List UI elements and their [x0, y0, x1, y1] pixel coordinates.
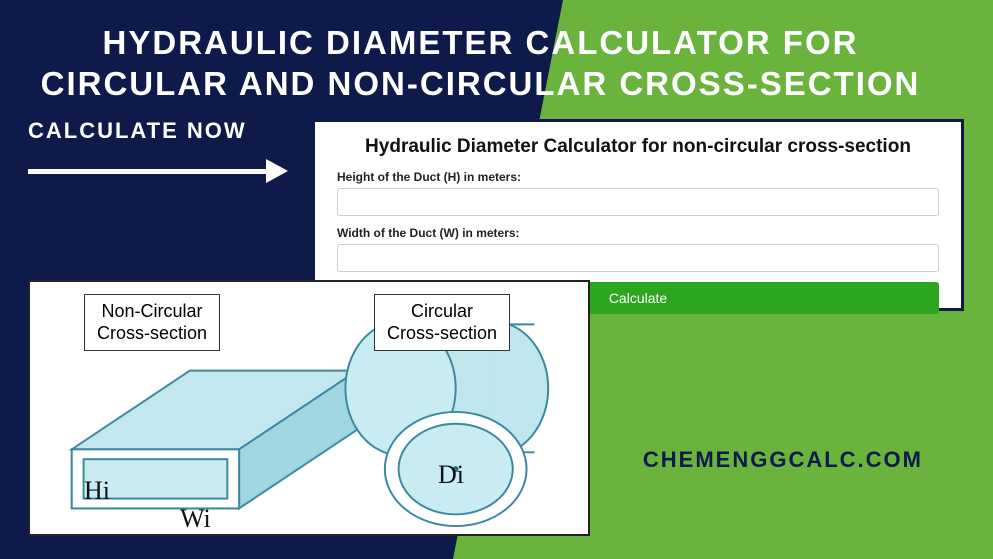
circular-label: Circular Cross-section	[374, 294, 510, 351]
dimension-di: Di	[438, 460, 464, 490]
non-circular-line2: Cross-section	[97, 323, 207, 345]
height-input[interactable]	[337, 188, 939, 216]
height-label: Height of the Duct (H) in meters:	[337, 170, 939, 184]
arrow-icon	[28, 156, 288, 186]
cta-text: CALCULATE NOW	[28, 118, 247, 144]
circular-line2: Cross-section	[387, 323, 497, 345]
non-circular-line1: Non-Circular	[102, 301, 203, 321]
diagram-card: Non-Circular Cross-section Circular Cros…	[28, 280, 590, 536]
site-name: CHEMENGGCALC.COM	[643, 447, 923, 473]
calculator-heading: Hydraulic Diameter Calculator for non-ci…	[337, 136, 939, 158]
circular-line1: Circular	[411, 301, 473, 321]
dimension-hi: Hi	[84, 476, 110, 506]
width-input[interactable]	[337, 244, 939, 272]
width-label: Width of the Duct (W) in meters:	[337, 226, 939, 240]
non-circular-label: Non-Circular Cross-section	[84, 294, 220, 351]
page-title: HYDRAULIC DIAMETER CALCULATOR FOR CIRCUL…	[28, 22, 933, 105]
dimension-wi: Wi	[180, 504, 211, 534]
